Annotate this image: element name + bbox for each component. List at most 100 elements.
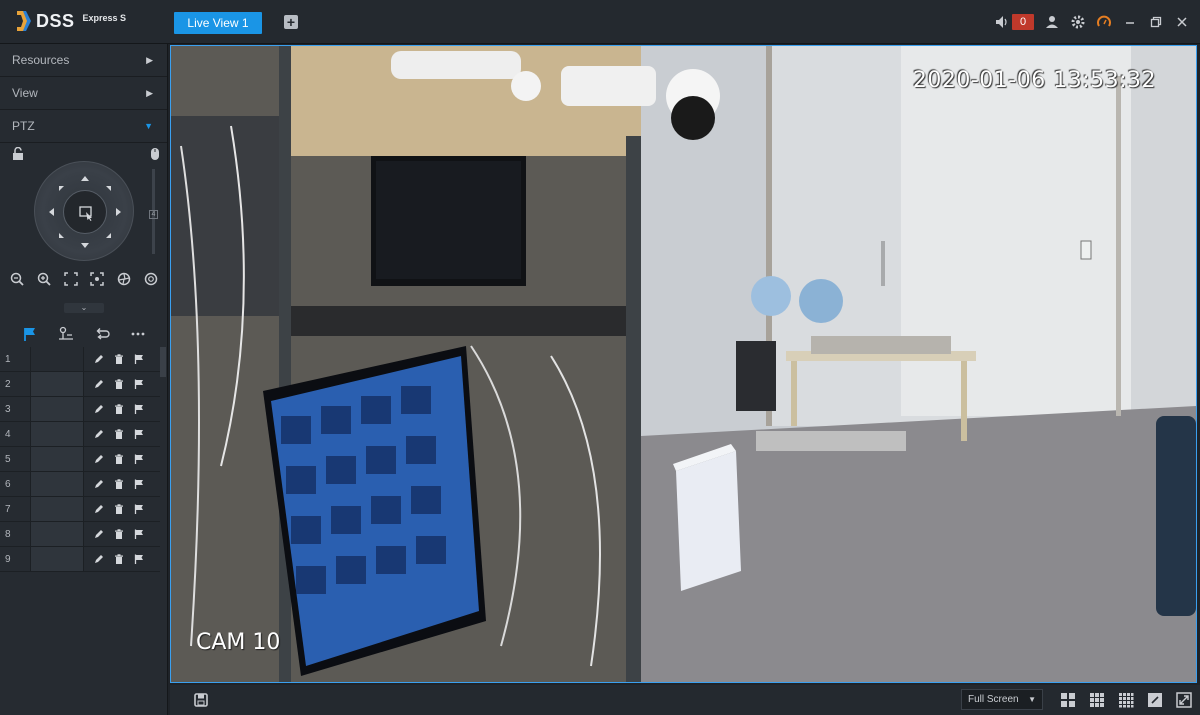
ptz-center-button[interactable] xyxy=(63,190,107,234)
ptz-up-icon[interactable] xyxy=(81,176,89,181)
section-ptz-label: PTZ xyxy=(12,119,35,133)
gear-icon xyxy=(1071,15,1085,29)
section-view[interactable]: View ▶ xyxy=(0,77,167,110)
preset-name-field[interactable] xyxy=(30,472,84,496)
section-ptz[interactable]: PTZ ▼ xyxy=(0,110,167,143)
edit-icon[interactable] xyxy=(94,404,104,414)
preset-row[interactable]: 7 xyxy=(0,497,160,522)
preset-name-field[interactable] xyxy=(30,397,84,421)
preset-actions xyxy=(84,504,144,514)
chevron-right-icon: ▶ xyxy=(146,87,153,98)
goto-preset-flag-icon[interactable] xyxy=(134,404,144,414)
preset-flag-icon[interactable] xyxy=(22,326,38,342)
delete-icon[interactable] xyxy=(114,554,124,564)
goto-preset-flag-icon[interactable] xyxy=(134,379,144,389)
mouse-icon[interactable] xyxy=(149,147,161,161)
close-icon xyxy=(1177,17,1187,27)
preset-name-field[interactable] xyxy=(30,547,84,571)
preset-list-scrollbar[interactable] xyxy=(160,347,166,377)
delete-icon[interactable] xyxy=(114,479,124,489)
preset-row[interactable]: 2 xyxy=(0,372,160,397)
preset-actions xyxy=(84,354,144,364)
focus-far-icon[interactable] xyxy=(90,272,105,286)
save-icon[interactable] xyxy=(194,693,208,707)
add-tab-button[interactable]: + xyxy=(284,15,298,29)
settings-button[interactable] xyxy=(1070,14,1086,30)
gauge-icon xyxy=(1097,15,1111,27)
minimize-button[interactable] xyxy=(1122,14,1138,30)
delete-icon[interactable] xyxy=(114,454,124,464)
custom-layout-icon[interactable] xyxy=(1147,692,1163,708)
preset-row[interactable]: 1 xyxy=(0,347,160,372)
tab-live-view[interactable]: Live View 1 xyxy=(174,12,262,34)
preset-name-field[interactable] xyxy=(30,497,84,521)
delete-icon[interactable] xyxy=(114,354,124,364)
goto-preset-flag-icon[interactable] xyxy=(134,504,144,514)
ptz-down-icon[interactable] xyxy=(81,243,89,248)
ptz-right-icon[interactable] xyxy=(116,208,121,216)
ptz-expand-button[interactable]: ⌄ xyxy=(64,303,104,313)
unlock-icon[interactable] xyxy=(11,147,25,161)
edit-icon[interactable] xyxy=(94,454,104,464)
edit-icon[interactable] xyxy=(94,504,104,514)
preset-name-field[interactable] xyxy=(30,522,84,546)
section-resources[interactable]: Resources ▶ xyxy=(0,44,167,77)
edit-icon[interactable] xyxy=(94,429,104,439)
zoom-in-icon[interactable] xyxy=(37,272,51,286)
window-mode-select[interactable]: Full Screen ▼ xyxy=(961,689,1043,710)
pattern-icon[interactable] xyxy=(94,326,110,342)
alarm-count-badge: 0 xyxy=(1012,14,1034,30)
preset-row[interactable]: 4 xyxy=(0,422,160,447)
iris-close-icon[interactable] xyxy=(117,272,131,286)
preset-name-field[interactable] xyxy=(30,372,84,396)
delete-icon[interactable] xyxy=(114,379,124,389)
iris-open-icon[interactable] xyxy=(144,272,158,286)
more-icon[interactable] xyxy=(130,326,146,342)
layout-buttons xyxy=(1060,692,1192,708)
preset-row[interactable]: 3 xyxy=(0,397,160,422)
logo-icon xyxy=(17,11,31,31)
layout-16-icon[interactable] xyxy=(1118,692,1134,708)
close-button[interactable] xyxy=(1174,14,1190,30)
tour-icon[interactable] xyxy=(58,326,74,342)
preset-name-field[interactable] xyxy=(30,447,84,471)
title-bar: DSS Express S Live View 1 + 0 xyxy=(0,0,1200,44)
goto-preset-flag-icon[interactable] xyxy=(134,454,144,464)
preset-row[interactable]: 5 xyxy=(0,447,160,472)
zoom-out-icon[interactable] xyxy=(10,272,24,286)
restore-button[interactable] xyxy=(1148,14,1164,30)
preset-row[interactable]: 6 xyxy=(0,472,160,497)
delete-icon[interactable] xyxy=(114,529,124,539)
ptz-control-area xyxy=(0,143,167,293)
edit-icon[interactable] xyxy=(94,554,104,564)
preset-actions xyxy=(84,429,144,439)
layout-4-icon[interactable] xyxy=(1060,692,1076,708)
fullscreen-icon[interactable] xyxy=(1176,692,1192,708)
delete-icon[interactable] xyxy=(114,404,124,414)
goto-preset-flag-icon[interactable] xyxy=(134,554,144,564)
preset-actions xyxy=(84,454,144,464)
delete-icon[interactable] xyxy=(114,429,124,439)
edit-icon[interactable] xyxy=(94,354,104,364)
goto-preset-flag-icon[interactable] xyxy=(134,529,144,539)
preset-row[interactable]: 8 xyxy=(0,522,160,547)
ptz-direction-pad[interactable] xyxy=(34,161,134,261)
preset-name-field[interactable] xyxy=(30,347,84,371)
preset-number: 2 xyxy=(5,378,11,390)
video-window[interactable]: 2020-01-06 13:53:32 CAM 10 xyxy=(170,45,1197,683)
goto-preset-flag-icon[interactable] xyxy=(134,479,144,489)
edit-icon[interactable] xyxy=(94,379,104,389)
performance-button[interactable] xyxy=(1096,14,1112,30)
preset-name-field[interactable] xyxy=(30,422,84,446)
alarm-indicator[interactable]: 0 xyxy=(995,14,1034,30)
user-button[interactable] xyxy=(1044,14,1060,30)
ptz-left-icon[interactable] xyxy=(49,208,54,216)
goto-preset-flag-icon[interactable] xyxy=(134,354,144,364)
edit-icon[interactable] xyxy=(94,479,104,489)
edit-icon[interactable] xyxy=(94,529,104,539)
focus-near-icon[interactable] xyxy=(63,272,78,286)
delete-icon[interactable] xyxy=(114,504,124,514)
goto-preset-flag-icon[interactable] xyxy=(134,429,144,439)
preset-row[interactable]: 9 xyxy=(0,547,160,572)
layout-9-icon[interactable] xyxy=(1089,692,1105,708)
